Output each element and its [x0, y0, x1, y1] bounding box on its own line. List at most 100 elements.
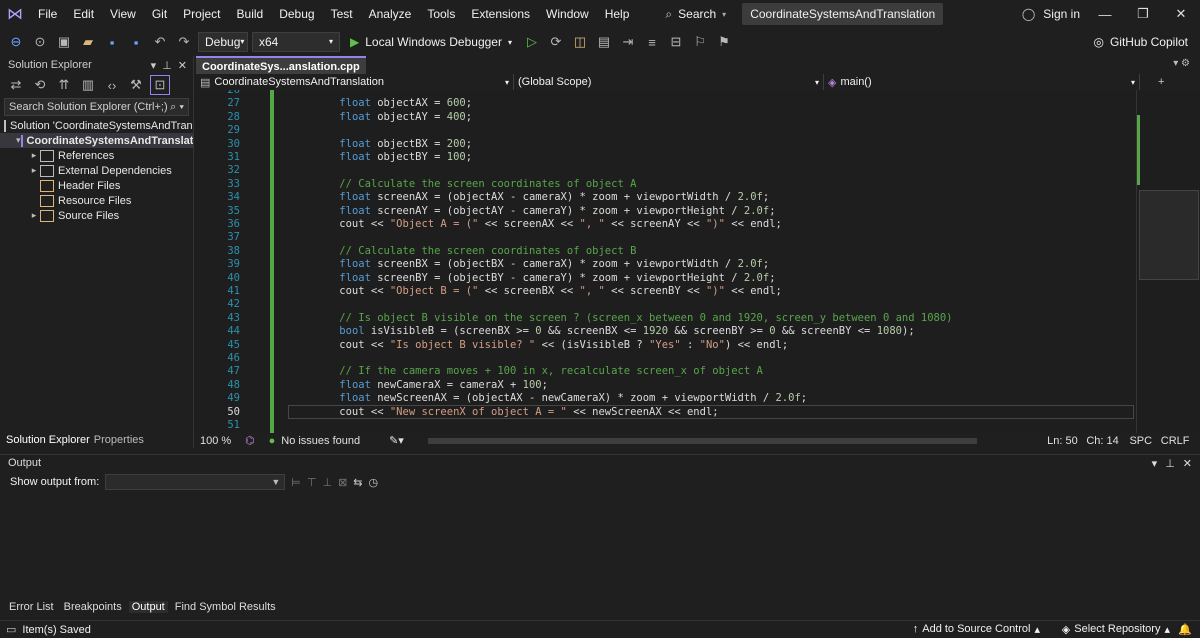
notifications-icon[interactable]: 🔔	[1178, 623, 1192, 636]
expand-arrow-icon[interactable]: ▸	[28, 165, 40, 176]
menu-item-project[interactable]: Project	[175, 0, 228, 28]
menu-item-window[interactable]: Window	[538, 0, 597, 28]
code-editor[interactable]: 26 27 28 29 30 31 32 33 34 35 36 37 38 39 40 41 42 43 44 45…	[196, 90, 1136, 433]
menu-item-file[interactable]: File	[30, 0, 65, 28]
code-line[interactable]: float screenBX = (objectBX - cameraX) * …	[314, 258, 769, 270]
run-debugger-button[interactable]: ▶ Local Windows Debugger ▾	[344, 31, 518, 53]
more-bookmarks-icon[interactable]: ⚑	[714, 32, 734, 52]
code-line[interactable]: cout << "Is object B visible? " << (isVi…	[314, 339, 788, 351]
code-line[interactable]: // Calculate the screen coordinates of o…	[314, 245, 636, 257]
code-line[interactable]: float newCameraX = cameraX + 100;	[314, 379, 548, 391]
tree-item[interactable]: Solution 'CoordinateSystemsAndTransl	[0, 118, 193, 133]
clear-all-icon[interactable]: ⊠	[338, 476, 347, 489]
tree-item[interactable]: Header Files	[0, 178, 193, 193]
close-button[interactable]: ✕	[1162, 0, 1200, 28]
code-icon[interactable]: ‹›	[102, 75, 122, 95]
tree-item[interactable]: ▸ References	[0, 148, 193, 163]
layout-icon[interactable]: ▤	[594, 32, 614, 52]
save-icon[interactable]: ▪	[102, 32, 122, 52]
code-line[interactable]: float screenAX = (objectAX - cameraX) * …	[314, 191, 769, 203]
search-button[interactable]: ⌕ Search ▾	[657, 3, 734, 25]
issues-status[interactable]: No issues found	[281, 435, 389, 447]
whitespace-indicator[interactable]: SPC	[1129, 435, 1160, 447]
expand-arrow-icon[interactable]: ▸	[28, 210, 40, 221]
split-editor-icon[interactable]: +	[1158, 76, 1164, 88]
minimize-button[interactable]: —	[1086, 0, 1124, 28]
word-wrap-icon[interactable]: ⇆	[353, 476, 362, 489]
tab-solution-explorer[interactable]: Solution Explorer	[6, 434, 90, 446]
menu-item-edit[interactable]: Edit	[65, 0, 102, 28]
tree-item[interactable]: Resource Files	[0, 193, 193, 208]
tab-error-list[interactable]: Error List	[6, 601, 57, 613]
next-message-icon[interactable]: ⊥	[322, 476, 332, 489]
properties-wrench-icon[interactable]: ⚒	[126, 75, 146, 95]
preview-icon[interactable]: ⊡	[150, 75, 170, 95]
hot-reload-icon[interactable]: ⟳	[546, 32, 566, 52]
sign-in-button[interactable]: ◯ Sign in	[1022, 0, 1080, 28]
code-line[interactable]: float screenBY = (objectBY - cameraY) * …	[314, 272, 775, 284]
switch-views-icon[interactable]: ⇄	[6, 75, 26, 95]
code-line[interactable]: float objectBX = 200;	[314, 138, 472, 150]
configuration-select[interactable]: Debug ▾	[198, 32, 248, 52]
code-line[interactable]: float objectBY = 100;	[314, 151, 472, 163]
project-dropdown[interactable]: ▤ CoordinateSystemsAndTranslation ▾	[196, 74, 514, 90]
code-line[interactable]: // Is object B visible on the screen ? (…	[314, 312, 952, 324]
menu-item-build[interactable]: Build	[229, 0, 272, 28]
close-icon[interactable]: ✕	[178, 59, 187, 72]
copilot-small-icon[interactable]: ⌬	[245, 434, 269, 447]
menu-item-analyze[interactable]: Analyze	[361, 0, 420, 28]
close-icon[interactable]: ✕	[1183, 457, 1192, 470]
tab-properties[interactable]: Properties	[94, 434, 144, 446]
start-without-debugging-icon[interactable]: ▷	[522, 32, 542, 52]
menu-item-git[interactable]: Git	[144, 0, 175, 28]
scope-dropdown[interactable]: (Global Scope) ▾	[514, 74, 824, 90]
code-line[interactable]: float objectAY = 400;	[314, 111, 472, 123]
code-line[interactable]: float objectAX = 600;	[314, 97, 472, 109]
code-line[interactable]: bool isVisibleB = (screenBX >= 0 && scre…	[314, 325, 914, 337]
horizontal-scrollbar[interactable]	[428, 437, 978, 444]
code-line[interactable]: cout << "Object B = (" << screenBX << ",…	[314, 285, 782, 297]
tab-output[interactable]: Output	[128, 601, 168, 613]
tab-list-icon[interactable]: ▾ ⚙	[1173, 58, 1190, 69]
tab-find-symbol-results[interactable]: Find Symbol Results	[172, 601, 279, 613]
back-icon[interactable]: ⊖	[6, 32, 26, 52]
code-line[interactable]: cout << "Object A = (" << screenAX << ",…	[314, 218, 782, 230]
previous-message-icon[interactable]: ⊤	[307, 476, 317, 489]
new-project-icon[interactable]: ▣	[54, 32, 74, 52]
step-icon[interactable]: ⇥	[618, 32, 638, 52]
code-line[interactable]: float newScreenAX = (objectAX - newCamer…	[314, 392, 807, 404]
comment-icon[interactable]: ⊟	[666, 32, 686, 52]
menu-item-test[interactable]: Test	[323, 0, 361, 28]
menu-item-help[interactable]: Help	[597, 0, 638, 28]
show-all-files-icon[interactable]: ▥	[78, 75, 98, 95]
menu-item-debug[interactable]: Debug	[271, 0, 322, 28]
zoom-level[interactable]: 100 %	[196, 435, 245, 447]
platform-select[interactable]: x64 ▾	[252, 32, 340, 52]
tab-breakpoints[interactable]: Breakpoints	[61, 601, 125, 613]
add-to-source-control-button[interactable]: ↑ Add to Source Control ▴	[913, 623, 1040, 636]
code-line[interactable]: // Calculate the screen coordinates of o…	[314, 178, 636, 190]
clock-icon[interactable]: ◷	[369, 476, 379, 489]
redo-icon[interactable]: ↷	[174, 32, 194, 52]
line-ending-indicator[interactable]: CRLF	[1161, 435, 1200, 447]
minimap-viewport[interactable]	[1139, 190, 1199, 280]
cleanup-icon[interactable]: ✎▾	[389, 434, 428, 447]
expand-arrow-icon[interactable]: ▸	[28, 150, 40, 161]
code-line[interactable]: cout << "New screenX of object A = " << …	[314, 406, 718, 418]
code-line[interactable]: // If the camera moves + 100 in x, recal…	[314, 365, 763, 377]
collapse-all-icon[interactable]: ⇈	[54, 75, 74, 95]
github-copilot-button[interactable]: ◎ GitHub Copilot	[1093, 28, 1188, 56]
pin-icon[interactable]: ⊥	[1165, 457, 1175, 470]
select-repository-button[interactable]: ◈ Select Repository ▴	[1062, 623, 1170, 636]
bookmark-icon[interactable]: ⚐	[690, 32, 710, 52]
function-dropdown[interactable]: ◈ main() ▾	[824, 74, 1140, 90]
find-message-icon[interactable]: ⊨	[291, 476, 301, 489]
dropdown-icon[interactable]: ▾	[151, 59, 157, 72]
menu-item-extensions[interactable]: Extensions	[463, 0, 538, 28]
tab-coordinate-systems-cpp[interactable]: CoordinateSys...anslation.cpp	[196, 56, 366, 74]
tree-item[interactable]: ▸ Source Files	[0, 208, 193, 223]
tree-item[interactable]: ▸ External Dependencies	[0, 163, 193, 178]
output-source-select[interactable]: ▼	[105, 474, 286, 490]
code-line[interactable]: float screenAY = (objectAY - cameraY) * …	[314, 205, 775, 217]
sync-icon[interactable]: ⟲	[30, 75, 50, 95]
